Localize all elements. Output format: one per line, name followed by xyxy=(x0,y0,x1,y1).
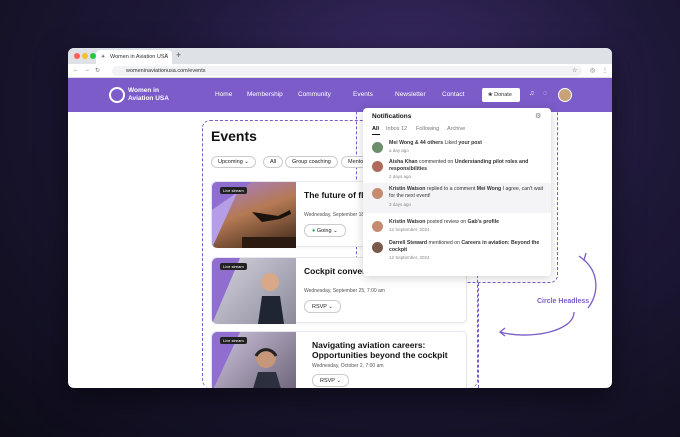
notif-time: 3 days ago xyxy=(389,202,412,207)
notif-actor: Kristin Watson xyxy=(389,219,426,225)
notif-time: 12 September, 2024 xyxy=(389,227,430,232)
star-icon[interactable]: ☆ xyxy=(572,67,577,74)
going-button[interactable]: ● Going ⌄ xyxy=(304,224,346,237)
rsvp-label: RSVP xyxy=(312,304,327,310)
going-label: Going xyxy=(316,228,332,234)
notif-action: mentioned on xyxy=(428,240,460,246)
back-icon[interactable]: ← xyxy=(73,67,79,73)
browser-tab-title: Women in Aviation USA xyxy=(110,54,169,60)
notif-action: replied to a comment xyxy=(426,186,476,192)
live-stream-badge: Live stream xyxy=(220,263,247,270)
notif-action: Liked xyxy=(444,140,457,146)
logo-text[interactable]: Women in Aviation USA xyxy=(128,87,188,103)
logo-icon[interactable] xyxy=(109,87,125,103)
chat-icon[interactable]: ◌ xyxy=(543,90,547,97)
address-bar-row: ← → ↻ womeninaviationusa.com/events ☆ ◎ … xyxy=(68,64,612,78)
nav-contact[interactable]: Contact xyxy=(442,91,464,98)
nav-community[interactable]: Community xyxy=(298,91,331,98)
notification-item[interactable]: Aisha Khan commented on Understanding pi… xyxy=(363,156,551,184)
notifications-title: Notifications xyxy=(372,113,412,120)
reload-icon[interactable]: ↻ xyxy=(95,67,100,74)
browser-tab[interactable]: ✈ Women in Aviation USA × xyxy=(96,50,172,64)
nav-newsletter[interactable]: Newsletter xyxy=(395,91,426,98)
url-text: womeninaviationusa.com/events xyxy=(126,68,206,74)
notif-actor: Darrell Steward xyxy=(389,240,428,246)
arrow-up-head xyxy=(578,252,587,262)
notif-tab-inbox[interactable]: Inbox 12 xyxy=(386,126,407,132)
notif-tab-all[interactable]: All xyxy=(372,126,379,132)
page-title: Events xyxy=(211,128,257,144)
notif-action: commented on xyxy=(419,159,454,165)
nav-events[interactable]: Events xyxy=(353,91,373,98)
logo-line-2: Aviation USA xyxy=(128,95,169,102)
close-tab-icon[interactable]: × xyxy=(164,53,168,59)
event-image: Live stream xyxy=(212,332,296,388)
check-circle-icon: ● xyxy=(312,228,316,234)
chevron-down-icon: ⌄ xyxy=(336,378,342,384)
notif-tab-archive[interactable]: Archive xyxy=(447,126,465,132)
avatar xyxy=(372,161,383,172)
annotation-label: Circle Headless xyxy=(537,298,590,305)
guide-line xyxy=(478,283,479,388)
rsvp-label: RSVP xyxy=(320,378,335,384)
active-tab-underline xyxy=(372,134,380,135)
avatar xyxy=(372,188,383,199)
notif-time: 12 September, 2024 xyxy=(389,255,430,260)
event-date: Wednesday, October 2, 7:00 am xyxy=(312,363,384,369)
notif-time: a day ago xyxy=(389,148,409,153)
avatar xyxy=(372,242,383,253)
notification-item[interactable]: Kristin Watson replied to a comment Mei … xyxy=(363,183,551,213)
profile-icon[interactable]: ◎ xyxy=(590,67,595,74)
avatar xyxy=(372,142,383,153)
bell-icon[interactable]: ♫ xyxy=(529,90,534,97)
notif-actor: Kristin Watson xyxy=(389,186,426,192)
donate-button[interactable]: ❀ Donate xyxy=(482,88,520,102)
event-image: Live stream xyxy=(212,258,296,324)
notif-tab-following[interactable]: Following xyxy=(416,126,439,132)
logo-line-1: Women in xyxy=(128,87,159,94)
close-window-dot[interactable] xyxy=(74,53,80,59)
notif-actor: Mei Wong & 44 others xyxy=(389,140,444,146)
avatar xyxy=(372,221,383,232)
chevron-down-icon: ⌄ xyxy=(244,159,249,165)
arrow-left-path xyxy=(499,311,575,336)
minimize-window-dot[interactable] xyxy=(82,53,88,59)
donate-label: Donate xyxy=(494,92,512,98)
notif-target: your post xyxy=(458,140,483,146)
notif-action: posted review on xyxy=(426,219,467,225)
new-tab-icon[interactable]: + xyxy=(176,50,181,60)
chevron-down-icon: ⌄ xyxy=(333,228,338,234)
settings-icon[interactable]: ⚙ xyxy=(535,112,541,120)
chevron-down-icon: ⌄ xyxy=(328,304,334,310)
forward-icon[interactable]: → xyxy=(84,67,90,73)
event-image: Live stream xyxy=(212,182,296,248)
plane-favicon-icon: ✈ xyxy=(101,54,106,60)
browser-window: ✈ Women in Aviation USA × + ← → ↻ womeni… xyxy=(68,48,612,388)
notif-target: Gab's profile xyxy=(467,219,500,225)
filter-upcoming-label: Upcoming xyxy=(218,159,243,165)
url-field[interactable]: womeninaviationusa.com/events xyxy=(112,66,582,76)
event-title[interactable]: Navigating aviation careers: Opportuniti… xyxy=(312,340,467,360)
filter-group-coaching[interactable]: Group coaching xyxy=(285,156,338,168)
rsvp-button[interactable]: RSVP ⌄ xyxy=(304,300,342,313)
user-avatar[interactable] xyxy=(558,88,572,102)
live-stream-badge: Live stream xyxy=(220,187,247,194)
nav-home[interactable]: Home xyxy=(215,91,232,98)
nav-membership[interactable]: Membership xyxy=(247,91,283,98)
event-card[interactable]: Live stream Navigating aviation careers:… xyxy=(211,331,467,388)
live-stream-badge: Live stream xyxy=(220,337,247,344)
rsvp-button[interactable]: RSVP ⌄ xyxy=(312,374,350,387)
notif-actor: Aisha Khan xyxy=(389,159,418,165)
browser-tabbar: ✈ Women in Aviation USA × + xyxy=(68,48,612,64)
filter-all[interactable]: All xyxy=(263,156,284,168)
filter-upcoming[interactable]: Upcoming ⌄ xyxy=(211,156,256,168)
notif-target: Mei Wong xyxy=(476,186,502,192)
notif-time: 2 days ago xyxy=(389,174,412,179)
menu-dots-icon[interactable]: ⋮ xyxy=(602,67,608,74)
heart-icon: ❀ xyxy=(488,92,493,98)
event-date: Wednesday, September 25, 7:00 am xyxy=(304,288,385,294)
event-date: Wednesday, September 18 xyxy=(304,212,365,218)
